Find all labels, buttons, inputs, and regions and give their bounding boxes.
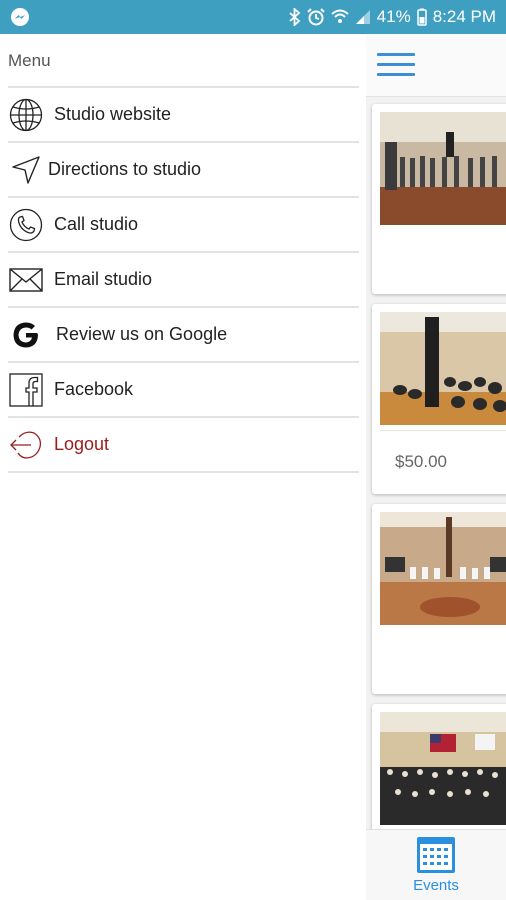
google-icon: [8, 317, 44, 353]
menu-item-studio-website[interactable]: Studio website: [8, 88, 359, 143]
event-card[interactable]: $50.00: [372, 304, 506, 494]
menu-item-directions[interactable]: Directions to studio: [8, 143, 359, 198]
event-photo: [380, 512, 506, 625]
signal-icon: [355, 9, 371, 25]
bottom-navigation: Events: [366, 829, 506, 900]
event-price: $50.00: [395, 452, 447, 471]
menu-item-review-google[interactable]: Review us on Google: [8, 308, 359, 363]
navigation-drawer: Menu Studio website Directions to studio: [0, 34, 366, 900]
event-list: $50.00: [372, 104, 506, 900]
status-bar: 41% 8:24 PM: [0, 0, 506, 34]
menu-item-label: Logout: [54, 434, 110, 454]
event-photo: [380, 712, 506, 825]
event-photo: [380, 312, 506, 425]
phone-icon: [8, 207, 44, 243]
menu-item-call-studio[interactable]: Call studio: [8, 198, 359, 253]
hamburger-menu-icon[interactable]: [377, 53, 415, 77]
wifi-icon: [330, 8, 349, 26]
logout-icon: [8, 427, 44, 463]
menu-item-label: Directions to studio: [48, 159, 202, 179]
menu-item-logout[interactable]: Logout: [8, 418, 359, 473]
app-bar: [366, 34, 506, 97]
globe-icon: [8, 97, 44, 133]
bluetooth-icon: [289, 8, 301, 26]
battery-icon: [416, 8, 427, 26]
menu-item-label: Facebook: [54, 379, 134, 399]
events-screen: $50.00 Events: [366, 34, 506, 900]
menu-item-label: Review us on Google: [56, 324, 228, 344]
envelope-icon: [8, 262, 44, 298]
event-card[interactable]: [372, 104, 506, 294]
menu-item-facebook[interactable]: Facebook: [8, 363, 359, 418]
alarm-icon: [306, 8, 325, 26]
menu-item-label: Email studio: [54, 269, 153, 289]
navigation-arrow-icon: [8, 152, 44, 188]
menu-title: Menu: [8, 51, 51, 70]
clock-time: 8:24 PM: [432, 7, 496, 26]
menu-item-label: Studio website: [54, 104, 172, 124]
event-photo: [380, 112, 506, 225]
calendar-icon: [417, 837, 455, 873]
menu-item-email-studio[interactable]: Email studio: [8, 253, 359, 308]
events-tab-label: Events: [413, 877, 459, 894]
menu-item-label: Call studio: [54, 214, 139, 234]
facebook-icon: [8, 372, 44, 408]
event-card[interactable]: [372, 504, 506, 694]
menu-list: Studio website Directions to studio Call…: [8, 86, 359, 473]
battery-percent: 41%: [376, 7, 411, 26]
messenger-icon: [10, 7, 30, 27]
